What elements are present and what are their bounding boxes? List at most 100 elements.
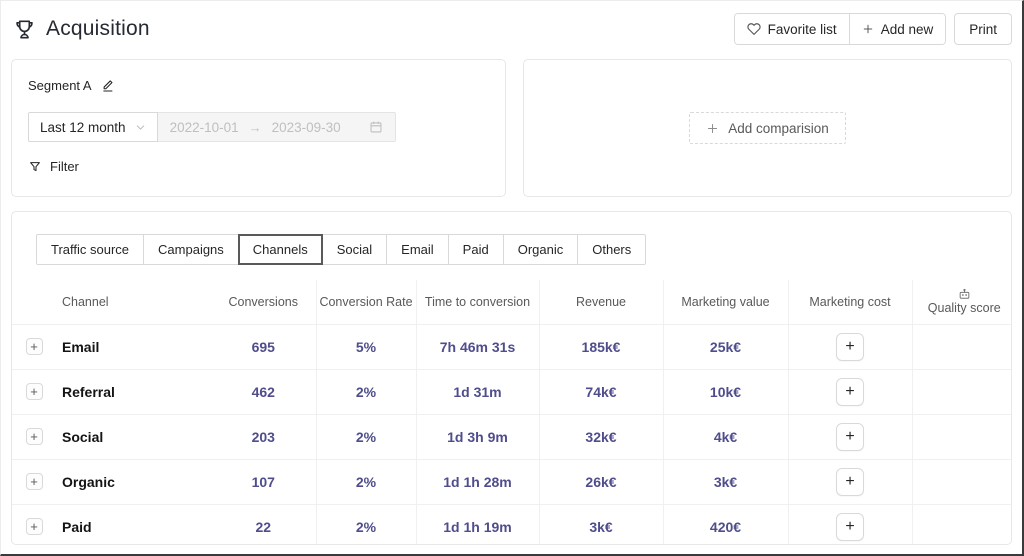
expand-row-button[interactable]: + — [25, 473, 43, 491]
page-title-wrap: Acquisition — [13, 17, 150, 41]
time-to-conversion-cell: 1d 3h 9m — [415, 414, 539, 460]
segment-card: Segment A Last 12 month 2022-10-01 → 202… — [11, 59, 506, 197]
add-marketing-cost-button[interactable]: + — [836, 377, 864, 406]
channel-cell: Referral — [56, 369, 211, 415]
table-row-email: + Email 695 5% 7h 46m 31s 185k€ 25k€ + — [12, 324, 1011, 370]
plus-icon — [706, 122, 719, 135]
marketing-cost-cell: + — [787, 459, 912, 505]
column-header-quality-score: Quality score — [911, 280, 1011, 325]
tab-channels[interactable]: Channels — [237, 234, 323, 265]
marketing-value-cell: 420€ — [662, 504, 788, 544]
column-header-channel: Channel — [56, 280, 211, 325]
favorite-list-label: Favorite list — [767, 21, 837, 37]
channel-cell: Email — [56, 324, 211, 370]
marketing-cost-cell: + — [787, 504, 912, 544]
expand-column-header — [12, 280, 56, 325]
page-title: Acquisition — [46, 17, 150, 40]
filters-row: Segment A Last 12 month 2022-10-01 → 202… — [11, 59, 1012, 197]
column-header-time-to-conversion: Time to conversion — [415, 280, 539, 325]
add-marketing-cost-button[interactable]: + — [836, 467, 864, 496]
top-bar: Acquisition Favorite list Add new Print — [13, 13, 1012, 45]
date-end-value: 2023-09-30 — [271, 119, 341, 135]
date-start-value: 2022-10-01 — [169, 119, 239, 135]
acquisition-page: Acquisition Favorite list Add new Print … — [0, 0, 1024, 556]
time-to-conversion-cell: 1d 1h 19m — [415, 504, 539, 544]
date-range-input[interactable]: 2022-10-01 → 2023-09-30 — [156, 112, 396, 142]
column-header-marketing-value: Marketing value — [662, 280, 788, 325]
plus-icon — [862, 23, 874, 35]
revenue-cell: 3k€ — [538, 504, 663, 544]
marketing-cost-cell: + — [787, 324, 912, 370]
report-card: Traffic source Campaigns Channels Social… — [11, 211, 1012, 545]
revenue-cell: 26k€ — [538, 459, 663, 505]
time-to-conversion-cell: 1d 31m — [415, 369, 539, 415]
robot-icon — [958, 288, 971, 301]
conversions-cell: 22 — [211, 504, 316, 544]
heart-icon — [747, 22, 761, 36]
edit-segment-button[interactable] — [101, 78, 116, 93]
quality-score-cell — [911, 504, 1011, 544]
comparison-card: Add comparision — [523, 59, 1012, 197]
expand-row-button[interactable]: + — [25, 383, 43, 401]
revenue-cell: 185k€ — [538, 324, 663, 370]
conversions-cell: 203 — [211, 414, 316, 460]
quality-score-cell — [911, 324, 1011, 370]
tab-traffic-source[interactable]: Traffic source — [36, 234, 145, 265]
column-header-marketing-cost: Marketing cost — [787, 280, 912, 325]
channels-table: Channel Conversions Conversion Rate Time… — [12, 280, 1011, 544]
calendar-icon — [369, 120, 383, 134]
quality-score-cell — [911, 414, 1011, 460]
conversion-rate-cell: 2% — [315, 504, 416, 544]
table-row-organic: + Organic 107 2% 1d 1h 28m 26k€ 3k€ + — [12, 459, 1011, 505]
segment-name: Segment A — [28, 78, 92, 93]
marketing-value-cell: 4k€ — [662, 414, 788, 460]
time-to-conversion-cell: 7h 46m 31s — [415, 324, 539, 370]
add-marketing-cost-button[interactable]: + — [836, 332, 864, 361]
add-marketing-cost-button[interactable]: + — [836, 422, 864, 451]
add-comparison-button[interactable]: Add comparision — [689, 112, 846, 144]
revenue-cell: 32k€ — [538, 414, 663, 460]
tab-email[interactable]: Email — [386, 234, 449, 265]
tab-campaigns[interactable]: Campaigns — [143, 234, 239, 265]
favorite-list-button[interactable]: Favorite list — [734, 14, 849, 44]
quality-score-cell — [911, 459, 1011, 505]
add-comparison-label: Add comparision — [728, 120, 829, 136]
tab-others[interactable]: Others — [577, 234, 647, 265]
tab-paid[interactable]: Paid — [447, 234, 504, 265]
trophy-icon — [13, 18, 36, 41]
time-to-conversion-cell: 1d 1h 28m — [415, 459, 539, 505]
add-new-label: Add new — [880, 21, 934, 37]
expand-row-button[interactable]: + — [25, 428, 43, 446]
conversion-rate-cell: 5% — [315, 324, 416, 370]
expand-row-button[interactable]: + — [25, 518, 43, 536]
revenue-cell: 74k€ — [538, 369, 663, 415]
date-preset-value: Last 12 month — [40, 119, 126, 135]
add-marketing-cost-button[interactable]: + — [836, 512, 864, 541]
channel-cell: Organic — [56, 459, 211, 505]
conversions-cell: 462 — [211, 369, 316, 415]
tab-social[interactable]: Social — [321, 234, 388, 265]
marketing-value-cell: 10k€ — [662, 369, 788, 415]
conversion-rate-cell: 2% — [315, 414, 416, 460]
chevron-down-icon — [135, 122, 146, 133]
segment-row: Segment A — [28, 78, 489, 93]
channel-cell: Paid — [56, 504, 211, 544]
print-button[interactable]: Print — [954, 13, 1012, 45]
arrow-right-icon: → — [248, 119, 262, 135]
expand-row-button[interactable]: + — [25, 338, 43, 356]
add-new-button[interactable]: Add new — [848, 14, 946, 44]
edit-pencil-icon — [101, 78, 116, 93]
date-preset-select[interactable]: Last 12 month — [28, 112, 158, 142]
date-range-control: Last 12 month 2022-10-01 → 2023-09-30 — [28, 112, 489, 142]
table-row-referral: + Referral 462 2% 1d 31m 74k€ 10k€ + — [12, 369, 1011, 415]
filter-label: Filter — [50, 159, 79, 174]
table-header-row: Channel Conversions Conversion Rate Time… — [12, 280, 1011, 325]
table-row-social: + Social 203 2% 1d 3h 9m 32k€ 4k€ + — [12, 414, 1011, 460]
conversions-cell: 107 — [211, 459, 316, 505]
marketing-cost-cell: + — [787, 414, 912, 460]
filter-button[interactable]: Filter — [28, 159, 79, 174]
tab-organic[interactable]: Organic — [502, 234, 579, 265]
favorite-addnew-group: Favorite list Add new — [733, 13, 947, 45]
marketing-value-cell: 25k€ — [662, 324, 788, 370]
conversion-rate-cell: 2% — [315, 459, 416, 505]
